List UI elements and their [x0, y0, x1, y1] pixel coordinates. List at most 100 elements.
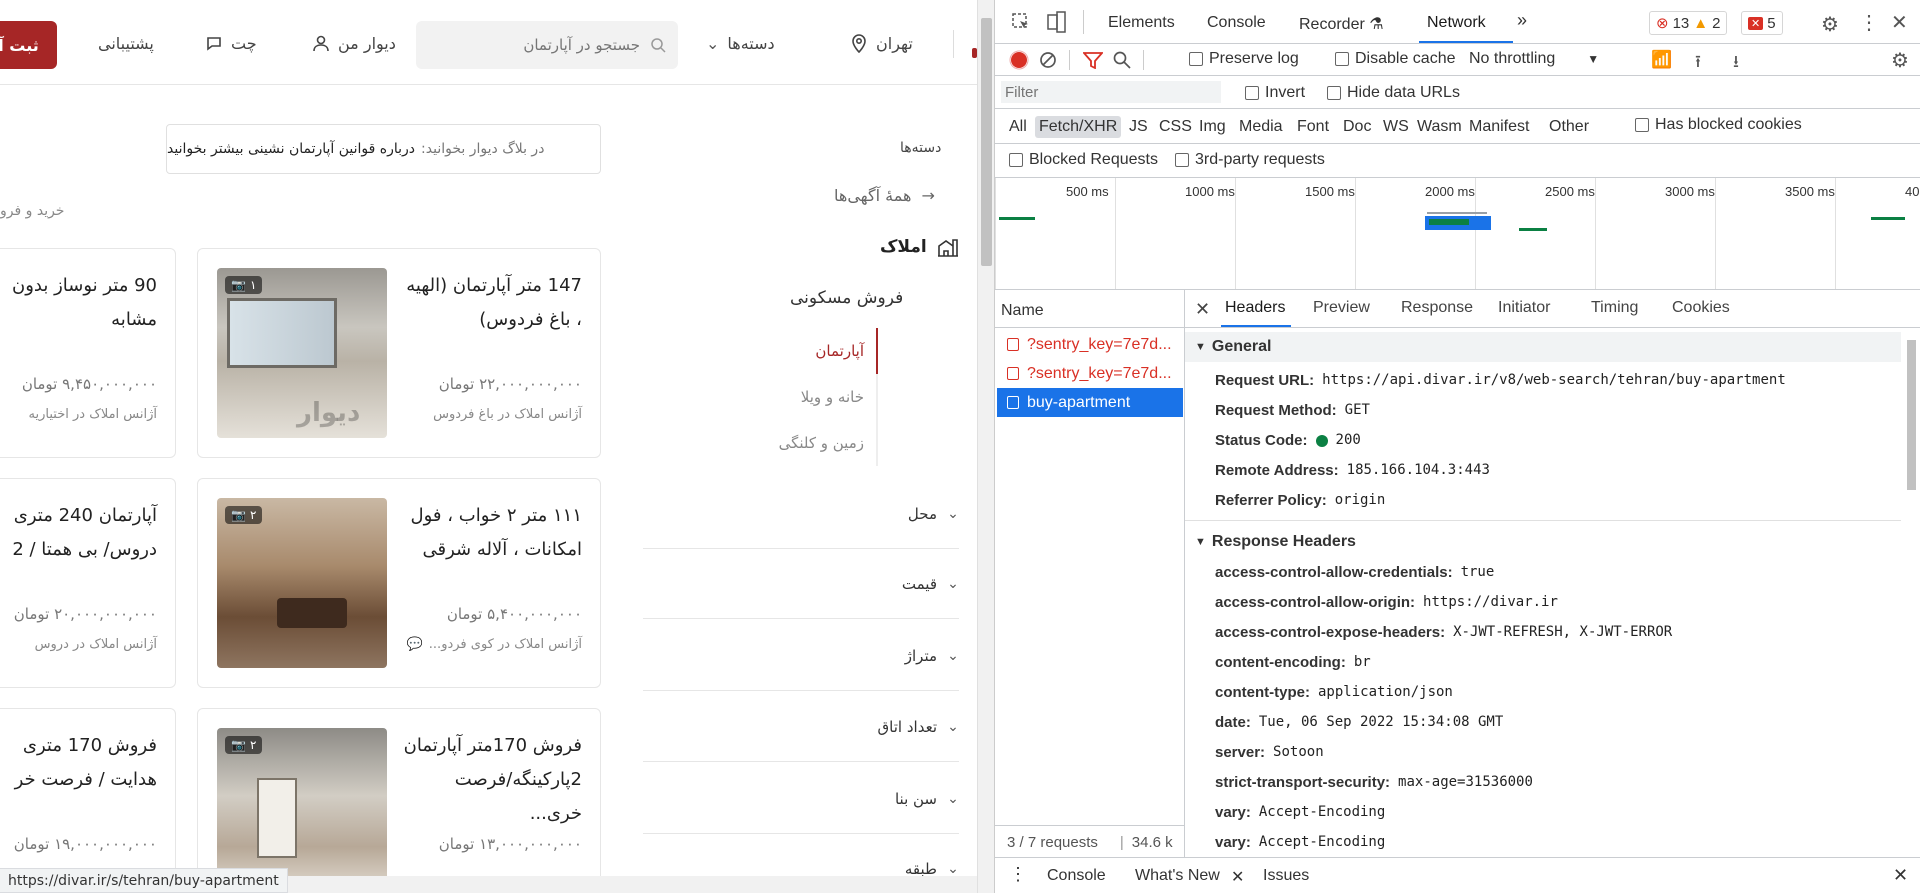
all-ads-link[interactable]: → همهٔ آگهی‌ها: [834, 186, 935, 205]
record-icon[interactable]: [1009, 50, 1029, 70]
listing-card[interactable]: 📷 ۲ ۱۱۱ متر ۲ خواب ، فول امکانات ، آلاله …: [197, 478, 601, 688]
drawer-tab-whats-new[interactable]: What's New: [1135, 867, 1220, 885]
request-row-selected[interactable]: buy-apartment: [997, 388, 1183, 417]
disable-cache-toggle[interactable]: Disable cache: [1335, 50, 1456, 68]
close-tab-icon[interactable]: ✕: [1231, 867, 1244, 887]
chat-link[interactable]: چت: [205, 28, 257, 58]
preserve-log-toggle[interactable]: Preserve log: [1189, 50, 1299, 68]
blocked-requests-checkbox[interactable]: [1009, 153, 1023, 167]
third-party-checkbox[interactable]: [1175, 153, 1189, 167]
type-ws[interactable]: WS: [1379, 116, 1413, 138]
response-headers-section-header[interactable]: ▼ Response Headers: [1185, 527, 1901, 557]
type-fetch-xhr[interactable]: Fetch/XHR: [1035, 116, 1122, 138]
kebab-menu-icon[interactable]: ⋮: [1859, 10, 1879, 35]
type-font[interactable]: Font: [1293, 116, 1333, 138]
blocked-requests-toggle[interactable]: Blocked Requests: [1009, 151, 1158, 169]
inspect-element-icon[interactable]: [1011, 12, 1031, 32]
settings-gear-icon[interactable]: ⚙: [1821, 12, 1839, 37]
type-wasm[interactable]: Wasm: [1413, 116, 1466, 138]
clear-icon[interactable]: [1039, 51, 1057, 69]
search-icon[interactable]: [1113, 51, 1131, 69]
tab-console[interactable]: Console: [1207, 14, 1266, 32]
tab-elements[interactable]: Elements: [1108, 14, 1175, 32]
sidebar-item-land[interactable]: زمین و کلنگی: [770, 420, 878, 466]
third-party-toggle[interactable]: 3rd-party requests: [1175, 151, 1325, 169]
name-column-header[interactable]: Name: [995, 290, 1185, 328]
type-img[interactable]: Img: [1195, 116, 1230, 138]
upload-har-icon[interactable]: ⭱: [1695, 49, 1701, 78]
blog-link[interactable]: درباره قوانین آپارتمان نشینی بیشتر بخوان…: [167, 141, 415, 157]
filter-price[interactable]: قیمت ⌄: [643, 549, 959, 619]
listing-card[interactable]: 90 متر نوساز بدون مشابه ۹,۴۵۰,۰۰۰,۰۰۰ تو…: [0, 248, 176, 458]
has-blocked-cookies-toggle[interactable]: Has blocked cookies: [1635, 116, 1802, 134]
tab-cookies[interactable]: Cookies: [1672, 299, 1730, 317]
listing-card[interactable]: 📷 ۱ دیوار 147 متر آپارتمان (الهیه ، باغ ف…: [197, 248, 601, 458]
drawer-tab-console[interactable]: Console: [1047, 867, 1106, 885]
close-devtools-icon[interactable]: ✕: [1891, 10, 1908, 35]
scrollbar-thumb[interactable]: [1907, 340, 1916, 490]
tab-initiator[interactable]: Initiator: [1498, 299, 1550, 317]
general-section-header[interactable]: ▼ General: [1185, 332, 1901, 362]
disable-cache-checkbox[interactable]: [1335, 52, 1349, 66]
tab-recorder[interactable]: Recorder ⚗: [1299, 14, 1384, 34]
category-real-estate[interactable]: املاک: [880, 236, 959, 258]
filter-building-age[interactable]: سن بنا ⌄: [643, 764, 959, 834]
network-conditions-icon[interactable]: 📶: [1651, 50, 1672, 70]
listing-card[interactable]: آپارتمان 240 متری دروس/ بی همتا / 2 ۲۰,۰…: [0, 478, 176, 688]
invert-toggle[interactable]: Invert: [1245, 84, 1305, 102]
drawer-tab-issues[interactable]: Issues: [1263, 867, 1309, 885]
breadcrumb[interactable]: خرید و فرو: [0, 203, 64, 219]
type-doc[interactable]: Doc: [1339, 116, 1375, 138]
tab-timing[interactable]: Timing: [1591, 299, 1638, 317]
post-ad-button[interactable]: ثبت آ: [0, 21, 57, 69]
filter-location[interactable]: محل ⌄: [643, 479, 959, 549]
close-detail-icon[interactable]: ✕: [1195, 299, 1210, 320]
type-js[interactable]: JS: [1125, 116, 1152, 138]
hide-data-urls-checkbox[interactable]: [1327, 86, 1341, 100]
request-row[interactable]: ?sentry_key=7e7d...: [997, 359, 1183, 388]
download-har-icon[interactable]: ⭳: [1733, 49, 1739, 78]
type-manifest[interactable]: Manifest: [1465, 116, 1533, 138]
network-timeline[interactable]: 500 ms 1000 ms 1500 ms 2000 ms 2500 ms 3…: [995, 178, 1920, 290]
filter-area[interactable]: متراژ ⌄: [643, 621, 959, 691]
network-settings-icon[interactable]: ⚙: [1891, 48, 1909, 73]
tab-preview[interactable]: Preview: [1313, 299, 1370, 317]
listing-card[interactable]: 📷 ۲ فروش 170متر آپارتمان 2پارکینگه/فرصت خ…: [197, 708, 601, 888]
hide-data-urls-toggle[interactable]: Hide data URLs: [1327, 84, 1460, 102]
blog-banner[interactable]: در بلاگ دیوار بخوانید: درباره قوانین آپا…: [166, 124, 601, 174]
invert-checkbox[interactable]: [1245, 86, 1259, 100]
tab-network[interactable]: Network: [1427, 14, 1486, 32]
search-input[interactable]: [440, 36, 640, 54]
drawer-menu-icon[interactable]: ⋮: [1009, 864, 1027, 885]
categories-menu[interactable]: دسته‌ها ⌄: [706, 28, 775, 58]
detail-scrollbar[interactable]: [1902, 328, 1920, 857]
console-counts[interactable]: ⊗ 13 ▲ 2: [1649, 11, 1728, 35]
type-media[interactable]: Media: [1235, 116, 1287, 138]
type-all[interactable]: All: [1005, 116, 1031, 138]
more-tabs-icon[interactable]: »: [1517, 10, 1527, 31]
filter-rooms[interactable]: تعداد اتاق ⌄: [643, 692, 959, 762]
sidebar-item-apartment[interactable]: آپارتمان: [770, 328, 878, 374]
sidebar-item-house-villa[interactable]: خانه و ویلا: [770, 374, 878, 420]
tab-response[interactable]: Response: [1401, 299, 1473, 317]
scrollbar-thumb[interactable]: [981, 18, 992, 266]
type-css[interactable]: CSS: [1155, 116, 1196, 138]
filter-input[interactable]: [1001, 81, 1221, 103]
search-box[interactable]: [416, 21, 678, 69]
listing-card[interactable]: فروش 170 متری هدایت / فرصت خر ۱۹,۰۰۰,۰۰۰…: [0, 708, 176, 888]
has-blocked-cookies-checkbox[interactable]: [1635, 118, 1649, 132]
filter-funnel-icon[interactable]: [1083, 51, 1103, 69]
close-drawer-icon[interactable]: ✕: [1893, 865, 1908, 886]
device-toolbar-icon[interactable]: [1047, 11, 1067, 33]
subcategory-residential-sale[interactable]: فروش مسکونی: [790, 288, 903, 308]
page-scrollbar[interactable]: [977, 0, 994, 893]
my-divar-link[interactable]: دیوار من: [312, 28, 396, 58]
tab-headers[interactable]: Headers: [1225, 299, 1285, 317]
support-link[interactable]: پشتیبانی: [98, 28, 154, 58]
request-row[interactable]: ?sentry_key=7e7d...: [997, 330, 1183, 359]
type-other[interactable]: Other: [1545, 116, 1593, 138]
preserve-log-checkbox[interactable]: [1189, 52, 1203, 66]
city-selector[interactable]: تهران: [850, 28, 913, 58]
throttling-select[interactable]: No throttling ▼: [1469, 50, 1599, 68]
issues-count[interactable]: ✕ 5: [1741, 11, 1783, 35]
